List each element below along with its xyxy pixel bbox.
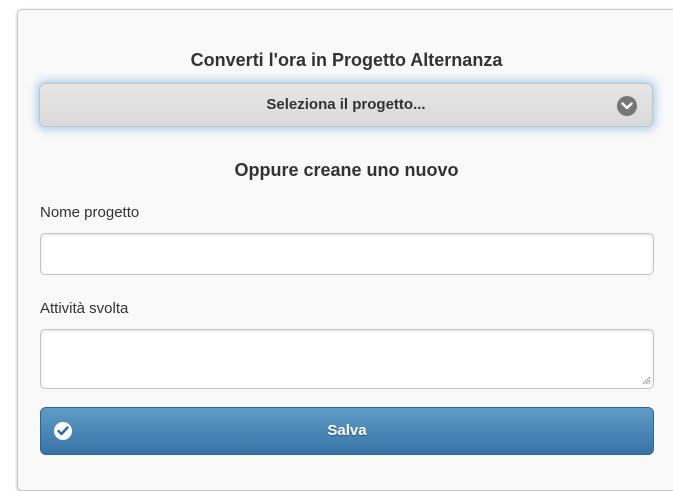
project-select-label: Seleziona il progetto... <box>266 96 426 113</box>
project-name-input[interactable] <box>40 233 654 275</box>
activity-textarea[interactable] <box>40 329 654 389</box>
check-icon <box>54 422 72 440</box>
new-project-heading: Oppure creane uno nuovo <box>234 160 459 180</box>
project-select-wrapper: Seleziona il progetto... <box>39 83 653 127</box>
save-button-label: Salva <box>327 422 367 439</box>
activity-label: Attività svolta <box>40 300 129 317</box>
page-title: Converti l'ora in Progetto Alternanza <box>190 50 503 70</box>
save-button[interactable]: Salva <box>40 407 654 455</box>
project-name-label: Nome progetto <box>40 204 140 221</box>
chevron-down-icon <box>617 96 637 116</box>
project-select[interactable]: Seleziona il progetto... <box>39 83 653 127</box>
resize-grip-icon[interactable] <box>641 375 651 385</box>
